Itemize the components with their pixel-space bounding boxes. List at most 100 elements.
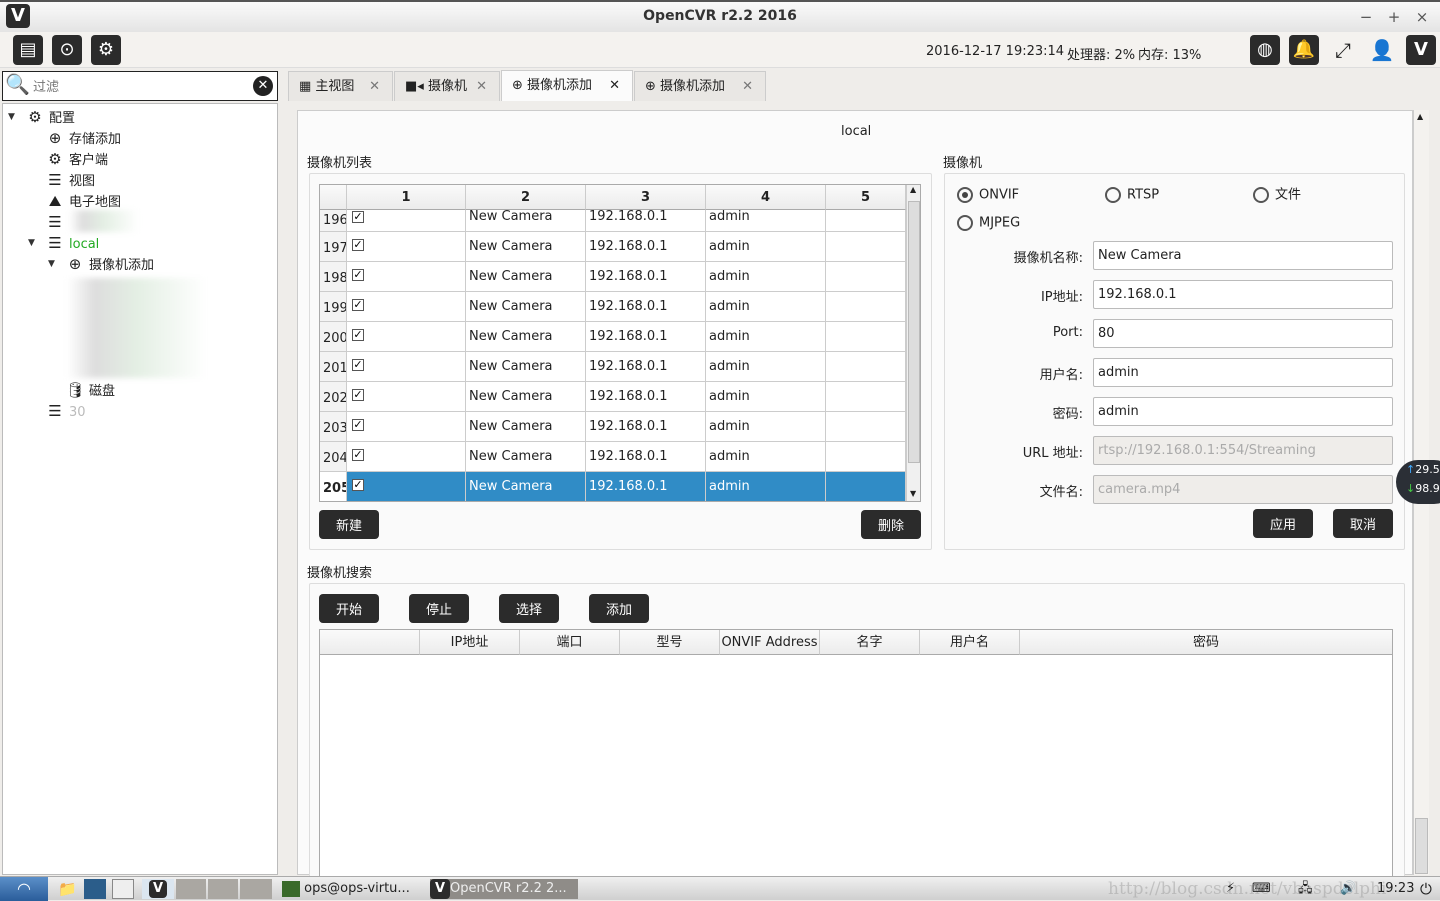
logo-icon[interactable]: V [1406, 35, 1436, 65]
row-checkbox-cell[interactable]: ✓ [347, 472, 466, 501]
checkbox[interactable]: ✓ [352, 449, 364, 461]
checkbox[interactable]: ✓ [352, 479, 364, 491]
workspace-3[interactable] [208, 879, 238, 899]
column-header[interactable]: 5 [826, 185, 906, 210]
column-header[interactable]: 4 [706, 185, 826, 210]
column-header[interactable]: 名字 [820, 630, 920, 655]
column-header[interactable]: IP地址 [420, 630, 520, 655]
table-scrollbar[interactable]: ▲ ▼ [906, 185, 920, 501]
radio-rtsp[interactable]: RTSP [1105, 187, 1159, 204]
radio-onvif[interactable]: ONVIF [957, 187, 1019, 204]
cell-user[interactable]: admin [706, 322, 826, 352]
cell-ip[interactable]: 192.168.0.1 [586, 210, 706, 232]
tree-item-config[interactable]: ⚙ 配置 [25, 107, 75, 127]
row-checkbox-cell[interactable]: ✓ [347, 412, 466, 442]
cell-user[interactable]: admin [706, 442, 826, 472]
power-icon[interactable]: ⏻ [1420, 879, 1432, 899]
cell-ip[interactable]: 192.168.0.1 [586, 322, 706, 352]
cell-ip[interactable]: 192.168.0.1 [586, 292, 706, 322]
row-checkbox-cell[interactable]: ✓ [347, 232, 466, 262]
cell-name[interactable]: New Camera [466, 292, 586, 322]
cell-name[interactable]: New Camera [466, 322, 586, 352]
minimize-button[interactable]: − [1356, 8, 1376, 26]
tab-camera-add[interactable]: ⊕ 摄像机添加 ✕ [634, 71, 766, 101]
tree-item-storage-add[interactable]: ⊕ 存储添加 [45, 128, 121, 148]
cell-col5[interactable] [826, 210, 906, 232]
cell-name[interactable]: New Camera [466, 262, 586, 292]
cancel-button[interactable]: 取消 [1333, 509, 1393, 538]
cell-ip[interactable]: 192.168.0.1 [586, 352, 706, 382]
filter-input[interactable] [33, 75, 248, 97]
cell-ip[interactable]: 192.168.0.1 [586, 232, 706, 262]
tree-item-client[interactable]: ⚙ 客户端 [45, 149, 108, 169]
settings-gear-icon[interactable]: ⚙ [91, 35, 121, 65]
row-checkbox-cell[interactable]: ✓ [347, 322, 466, 352]
cell-ip[interactable]: 192.168.0.1 [586, 442, 706, 472]
tree-item-camera-add[interactable]: ⊕ 摄像机添加 [65, 254, 154, 274]
playback-search-icon[interactable]: ⊙ [52, 35, 82, 65]
workspace-2[interactable] [176, 879, 206, 899]
apply-button[interactable]: 应用 [1253, 509, 1313, 538]
cell-col5[interactable] [826, 442, 906, 472]
scroll-down-icon[interactable]: ▼ [910, 489, 916, 498]
expand-arrow-icon[interactable]: ▼ [8, 112, 15, 122]
column-header[interactable]: 用户名 [920, 630, 1020, 655]
field-input[interactable]: 192.168.0.1 [1093, 280, 1393, 309]
cell-col5[interactable] [826, 322, 906, 352]
close-tab-icon[interactable]: ✕ [742, 72, 753, 101]
column-header[interactable] [320, 630, 420, 655]
tree-item-emap[interactable]: ⛰ 电子地图 [45, 191, 121, 211]
checkbox[interactable]: ✓ [352, 269, 364, 281]
scroll-thumb[interactable] [1415, 818, 1428, 874]
expand-arrow-icon[interactable]: ▼ [48, 259, 55, 269]
cell-col5[interactable] [826, 472, 906, 501]
row-checkbox-cell[interactable]: ✓ [347, 382, 466, 412]
cell-name[interactable]: New Camera [466, 232, 586, 262]
cell-ip[interactable]: 192.168.0.1 [586, 262, 706, 292]
field-input[interactable]: 80 [1093, 319, 1393, 348]
radio-mjpeg[interactable]: MJPEG [957, 215, 1020, 232]
globe-icon[interactable]: ◍ [1250, 35, 1280, 65]
cell-name[interactable]: New Camera [466, 412, 586, 442]
close-tab-icon[interactable]: ✕ [369, 72, 380, 101]
close-tab-icon[interactable]: ✕ [476, 72, 487, 101]
checkbox[interactable]: ✓ [352, 239, 364, 251]
opencvr-launcher-icon[interactable]: V [149, 880, 167, 898]
cell-name[interactable]: New Camera [466, 210, 586, 232]
close-tab-icon[interactable]: ✕ [609, 71, 620, 100]
task-opencvr[interactable]: V OpenCVR r2.2 2... [430, 879, 578, 899]
network-icon[interactable]: 🖧 [1298, 879, 1313, 899]
checkbox[interactable]: ✓ [352, 211, 364, 223]
cell-user[interactable]: admin [706, 262, 826, 292]
search-stop-button[interactable]: 停止 [409, 594, 469, 623]
column-header[interactable]: 2 [466, 185, 586, 210]
workspace-4[interactable] [240, 879, 272, 899]
cell-user[interactable]: admin [706, 412, 826, 442]
keyboard-icon[interactable]: ⌨ [1252, 879, 1271, 899]
tab-main-view[interactable]: ▦ 主视图 ✕ [288, 71, 393, 101]
field-input[interactable]: rtsp://192.168.0.1:554/Streaming [1093, 436, 1393, 465]
checkbox[interactable]: ✓ [352, 299, 364, 311]
cell-ip[interactable]: 192.168.0.1 [586, 472, 706, 501]
field-input[interactable]: admin [1093, 358, 1393, 387]
cell-ip[interactable]: 192.168.0.1 [586, 412, 706, 442]
row-checkbox-cell[interactable]: ✓ [347, 292, 466, 322]
checkbox[interactable]: ✓ [352, 389, 364, 401]
column-header[interactable]: 端口 [520, 630, 620, 655]
maximize-button[interactable]: + [1384, 8, 1404, 26]
tree-item-server[interactable]: ☰ [45, 212, 69, 232]
fullscreen-icon[interactable]: ⤢ [1328, 35, 1358, 65]
cell-name[interactable]: New Camera [466, 472, 586, 501]
tree-item-local[interactable]: ☰ local [45, 233, 99, 253]
row-checkbox-cell[interactable]: ✓ [347, 352, 466, 382]
user-icon[interactable]: 👤 [1367, 35, 1397, 65]
column-header[interactable]: 1 [347, 185, 466, 210]
cell-col5[interactable] [826, 262, 906, 292]
cell-name[interactable]: New Camera [466, 382, 586, 412]
cell-user[interactable]: admin [706, 472, 826, 501]
tree-item-view[interactable]: ☰ 视图 [45, 170, 95, 190]
cell-user[interactable]: admin [706, 210, 826, 232]
tree-item-disk[interactable]: 🛢 磁盘 [65, 380, 115, 400]
browser-icon[interactable] [84, 879, 106, 899]
file-manager-icon[interactable]: 📁 [58, 879, 77, 899]
